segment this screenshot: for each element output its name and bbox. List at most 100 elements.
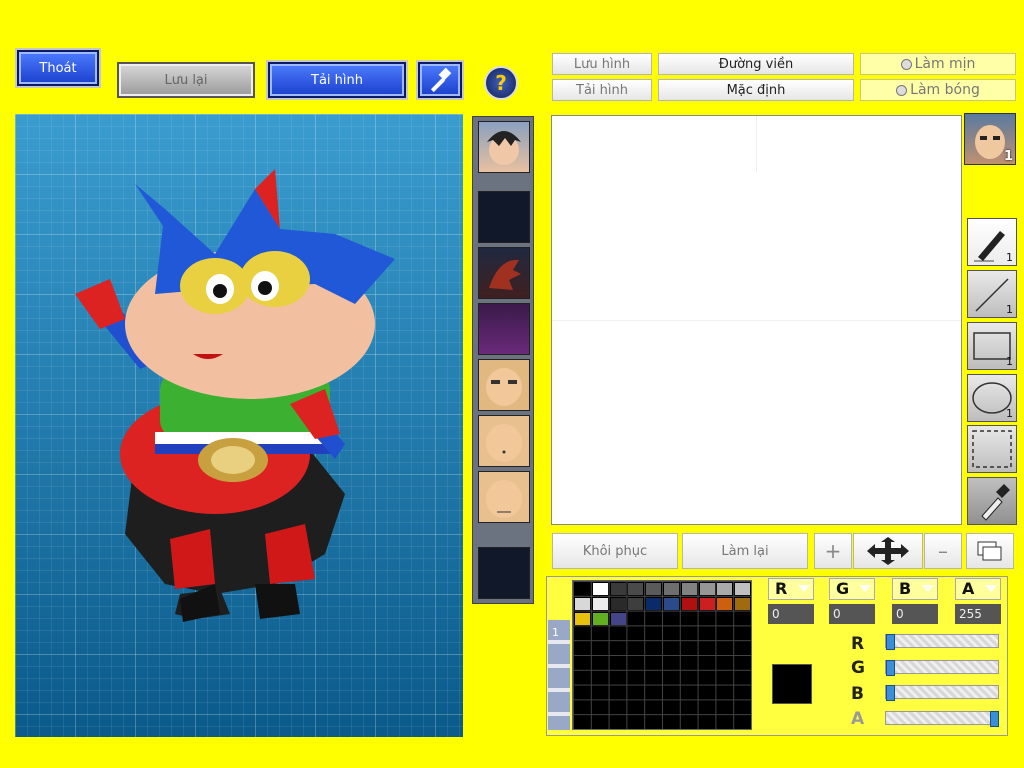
zoom-in-button[interactable]: +	[814, 533, 852, 569]
pen-tool[interactable]: 1	[967, 218, 1017, 266]
layers-button[interactable]	[966, 533, 1014, 569]
palette-swatch[interactable]	[664, 583, 679, 595]
move-arrows-icon	[867, 537, 909, 565]
palette-swatch[interactable]	[610, 583, 626, 595]
palette-tab-number: 1	[552, 626, 559, 639]
palette-swatch[interactable]	[592, 597, 608, 610]
palette-swatch[interactable]	[735, 597, 751, 610]
layers-icon	[977, 541, 1002, 561]
restore-button[interactable]: Khôi phục	[552, 533, 678, 569]
green-slider-label: G	[851, 658, 865, 678]
blue-slider-knob[interactable]	[886, 685, 895, 701]
red-header[interactable]: R	[768, 578, 814, 600]
zoom-out-button[interactable]: –	[924, 533, 962, 569]
red-slider-knob[interactable]	[886, 634, 895, 650]
portrait[interactable]: 1	[964, 113, 1016, 165]
blue-header[interactable]: B	[892, 578, 938, 600]
eyedropper-tool[interactable]	[967, 477, 1017, 525]
list-item[interactable]	[478, 303, 530, 355]
exit-button[interactable]: Thoát	[17, 50, 99, 86]
smooth-label: Làm mịn	[914, 56, 976, 72]
help-button[interactable]: ?	[484, 66, 518, 100]
drawing-canvas[interactable]	[551, 115, 962, 525]
palette-swatch[interactable]	[699, 583, 715, 595]
blue-slider[interactable]	[885, 685, 999, 701]
canvas-guide-line	[552, 320, 961, 321]
palette-swatch[interactable]	[575, 612, 590, 625]
smooth-radio[interactable]	[900, 58, 912, 70]
alpha-header[interactable]: A	[955, 578, 1001, 600]
hero-face-icon	[487, 131, 521, 165]
list-item[interactable]	[478, 121, 530, 173]
red-value-field[interactable]: 0	[768, 604, 814, 624]
blue-value-field[interactable]: 0	[892, 604, 938, 624]
load-image-button[interactable]: Tải hình	[552, 79, 652, 101]
shade-label: Làm bóng	[910, 82, 980, 98]
green-slider-knob[interactable]	[886, 660, 895, 676]
palette-swatch[interactable]	[610, 597, 626, 610]
palette-swatch[interactable]	[681, 597, 697, 610]
alpha-value-field[interactable]: 255	[955, 604, 1001, 624]
character-image	[75, 169, 395, 622]
list-item[interactable]	[478, 359, 530, 411]
list-item[interactable]	[478, 247, 530, 299]
face-icon	[486, 480, 522, 518]
alpha-slider-knob[interactable]	[990, 711, 999, 727]
character-preview	[15, 114, 463, 737]
outline-button[interactable]: Đường viền	[658, 53, 854, 75]
load-button[interactable]: Tải hình	[268, 62, 406, 98]
palette-swatch[interactable]	[717, 583, 733, 595]
list-item[interactable]	[478, 191, 530, 243]
palette-swatch[interactable]	[592, 583, 608, 595]
eyedropper-icon	[981, 484, 1010, 521]
rectangle-count: 1	[1006, 355, 1013, 368]
pen-count: 1	[1006, 251, 1013, 264]
palette-swatch[interactable]	[646, 583, 662, 595]
save-image-button[interactable]: Lưu hình	[552, 53, 652, 75]
default-button[interactable]: Mặc định	[658, 79, 854, 101]
palette-swatch[interactable]	[646, 597, 662, 610]
list-item[interactable]	[478, 415, 530, 467]
face-icon	[486, 424, 522, 462]
select-tool[interactable]	[967, 425, 1017, 473]
minus-icon: –	[938, 539, 948, 563]
palette-swatch[interactable]	[735, 583, 751, 595]
redo-button[interactable]: Làm lại	[682, 533, 808, 569]
palette-swatch[interactable]	[575, 597, 590, 610]
palette-swatch[interactable]	[575, 583, 590, 595]
hammer-button[interactable]	[418, 62, 462, 98]
help-icon: ?	[495, 71, 507, 95]
palette-swatch[interactable]	[717, 597, 733, 610]
hammer-icon	[430, 67, 452, 93]
shade-radio[interactable]	[896, 84, 908, 96]
alpha-slider[interactable]	[885, 711, 999, 727]
move-button[interactable]	[853, 533, 923, 569]
ellipse-tool[interactable]: 1	[967, 374, 1017, 422]
list-item[interactable]	[478, 547, 530, 599]
palette-swatch[interactable]	[628, 583, 644, 595]
alpha-slider-label: A	[851, 709, 865, 729]
green-value-field[interactable]: 0	[829, 604, 875, 624]
green-slider[interactable]	[885, 660, 999, 676]
canvas-guide-line	[756, 116, 757, 172]
palette-grid[interactable]	[572, 580, 752, 730]
select-icon	[972, 430, 1012, 468]
red-slider[interactable]	[885, 634, 999, 650]
rectangle-tool[interactable]: 1	[967, 322, 1017, 370]
palette-swatch[interactable]	[628, 597, 644, 610]
palette-swatch[interactable]	[592, 612, 608, 625]
dragon-icon	[489, 259, 521, 290]
current-color-swatch	[772, 664, 812, 704]
palette-swatch[interactable]	[610, 612, 626, 625]
palette-swatch[interactable]	[681, 583, 697, 595]
palette-swatch[interactable]	[699, 597, 715, 610]
line-count: 1	[1006, 303, 1013, 316]
palette-swatch[interactable]	[664, 597, 679, 610]
shade-option[interactable]: Làm bóng	[860, 79, 1016, 101]
smooth-option[interactable]: Làm mịn	[860, 53, 1016, 75]
save-button[interactable]: Lưu lại	[117, 62, 255, 98]
line-tool[interactable]: 1	[967, 270, 1017, 318]
green-header[interactable]: G	[829, 578, 875, 600]
palette-tab[interactable]: 1	[548, 620, 570, 730]
list-item[interactable]	[478, 471, 530, 523]
